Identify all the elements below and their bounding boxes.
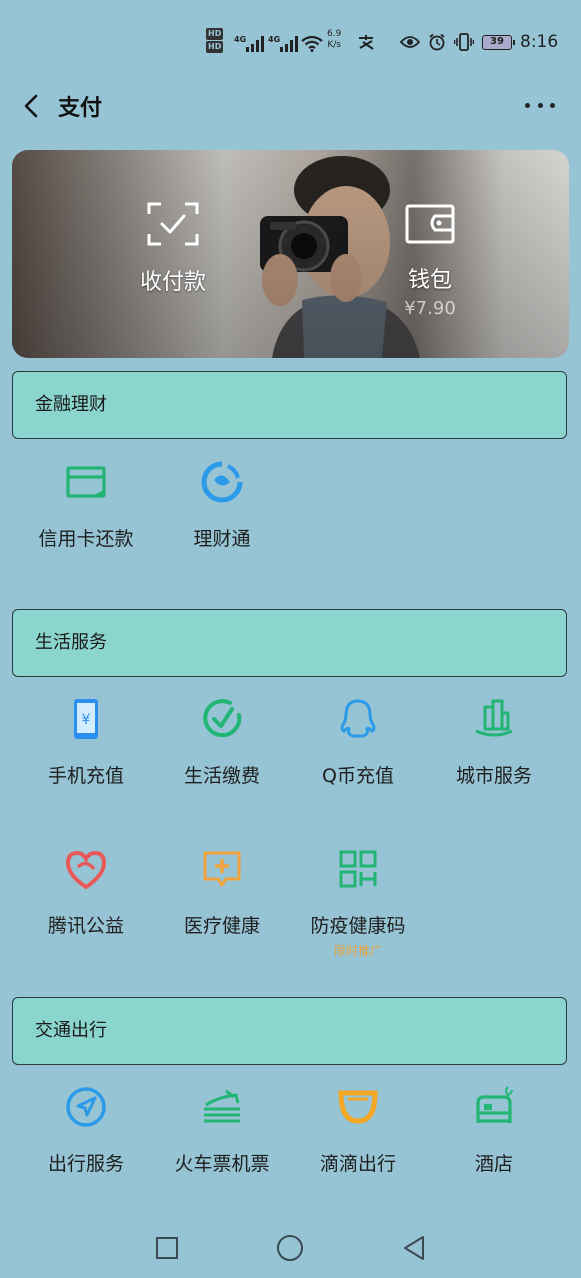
section-header-life: 生活服务 [12,609,567,677]
hd-badge: HD [206,28,224,40]
system-nav-bar [0,1218,581,1274]
banner-shade [12,150,569,358]
more-options-button[interactable] [525,90,555,120]
phone-icon: ¥ [74,699,98,739]
wealth-icon [201,461,243,503]
network-speed-value: 6.9 [327,29,342,39]
medical-health-label: 医疗健康 [183,915,260,937]
status-bar: HD HD 4G 4G 6.9 K/s 39 8:16 [0,0,581,86]
tencent-charity-item[interactable]: 腾讯公益 [18,847,154,938]
more-dot [537,102,543,108]
network-speed: 6.9 K/s [327,29,341,51]
mobile-recharge-item[interactable]: ¥ 手机充值 [18,697,154,788]
travel-services-label: 出行服务 [47,1153,124,1175]
home-button[interactable] [270,1228,310,1268]
status-right: 39 8:16 [400,32,558,52]
qrcode-icon [339,850,377,888]
tencent-charity-label: 腾讯公益 [47,915,124,937]
wifi-icon [301,35,323,52]
clock: 8:16 [520,32,559,52]
alarm-icon [429,33,445,51]
train-icon [204,1089,240,1123]
hd-badges: HD HD [206,28,224,54]
credit-card-repayment-item[interactable]: 信用卡还款 [18,460,154,551]
city-services-item[interactable]: 城市服务 [426,697,562,788]
wallet-label: 钱包 [407,268,452,293]
charity-icon [65,850,107,890]
utility-bills-label: 生活缴费 [183,765,260,787]
city-icon [475,699,513,737]
utility-bills-item[interactable]: 生活缴费 [154,697,290,788]
app-notification-icon [359,35,374,50]
signal-icon: 4G [234,35,264,52]
travel-services-item[interactable]: 出行服务 [18,1085,154,1176]
payment-banner: 收付款 钱包 ¥7.90 [12,150,569,358]
qq-icon [340,699,376,738]
receive-pay-button[interactable]: 收付款 [122,202,224,296]
licaitong-item[interactable]: 理财通 [154,460,290,551]
hotel-label: 酒店 [474,1153,513,1175]
more-dot [525,102,530,108]
city-services-label: 城市服务 [455,765,532,787]
signal-icon: 4G [268,35,298,52]
section-header-travel: 交通出行 [12,997,567,1065]
credit-card-repayment-label: 信用卡还款 [38,528,134,550]
health-code-item[interactable]: 防疫健康码 限时推广 [290,847,426,959]
medical-health-item[interactable]: 医疗健康 [154,847,290,938]
back-button[interactable] [16,86,48,122]
hotel-icon [476,1086,513,1123]
scan-pay-icon [147,202,199,246]
didi-item[interactable]: 滴滴出行 [290,1085,426,1176]
back-arrow-icon [24,94,38,118]
network-speed-unit: K/s [327,40,341,50]
health-code-label: 防疫健康码 [310,915,406,937]
q-coin-recharge-item[interactable]: Q币充值 [290,697,426,788]
receive-pay-label: 收付款 [139,270,206,295]
train-flight-tickets-item[interactable]: 火车票机票 [154,1085,290,1176]
train-flight-tickets-label: 火车票机票 [174,1153,270,1175]
didi-icon [338,1090,378,1124]
square-icon [156,1237,178,1259]
app-bar: 支付 [0,80,581,130]
circle-icon [277,1235,303,1261]
svg-text:4G: 4G [268,35,280,44]
svg-text:4G: 4G [234,35,246,44]
wallet-balance: ¥7.90 [404,298,456,319]
page-title: 支付 [58,96,103,121]
q-coin-recharge-label: Q币充值 [322,765,394,787]
back-nav-button[interactable] [394,1228,434,1268]
didi-label: 滴滴出行 [319,1153,396,1175]
wallet-icon [405,204,455,244]
eye-icon [400,36,420,48]
more-dot [550,102,555,108]
navigation-icon [66,1087,106,1127]
credit-card-icon [66,466,106,498]
triangle-back-icon [404,1236,424,1260]
licaitong-label: 理财通 [193,528,251,550]
medical-icon [203,851,241,887]
battery-indicator: 39 [482,34,515,50]
recent-apps-button[interactable] [147,1228,187,1268]
svg-text:¥: ¥ [82,712,91,728]
mobile-recharge-label: 手机充值 [47,765,124,787]
vibrate-icon [454,33,474,51]
wallet-button[interactable]: 钱包 ¥7.90 [380,202,480,319]
section-header-finance: 金融理财 [12,371,567,439]
promo-badge: 限时推广 [333,944,382,958]
hd-badge: HD [206,41,224,53]
hotel-item[interactable]: 酒店 [426,1085,562,1176]
bill-icon [203,699,242,738]
